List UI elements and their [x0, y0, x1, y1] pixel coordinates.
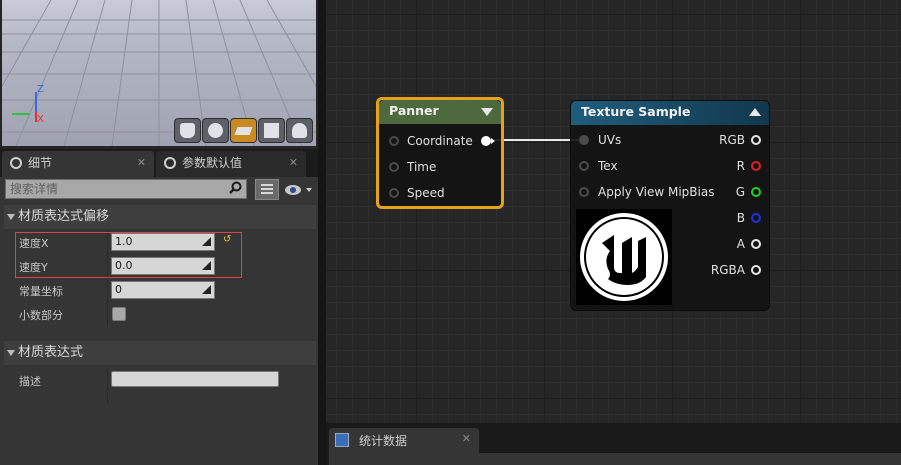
property-row-const-coordinate: 常量坐标 0 [4, 278, 316, 302]
search-input[interactable]: 搜索详情 [5, 179, 247, 199]
preview-plane-button[interactable] [230, 118, 257, 143]
pin-icon [579, 135, 589, 145]
preview-sphere-button[interactable] [202, 118, 229, 143]
cube-icon [264, 123, 279, 138]
texture-sample-node-title[interactable]: Texture Sample [571, 101, 769, 125]
texture-thumbnail-logo [576, 209, 672, 305]
axis-x-label: X [37, 114, 44, 125]
pin-icon [579, 187, 589, 197]
preview-custom-mesh-button[interactable] [286, 118, 313, 143]
preview-cube-button[interactable] [258, 118, 285, 143]
property-row-fractional-part: 小数部分 [4, 302, 316, 326]
pin-icon [751, 187, 761, 197]
pin-icon [751, 239, 761, 249]
tab-stats[interactable]: 统计数据 ✕ [329, 428, 479, 453]
sphere-icon [208, 123, 223, 138]
output-pin-b[interactable]: B [701, 209, 761, 227]
property-row-description: 描述 [4, 368, 316, 404]
close-icon[interactable]: ✕ [289, 151, 298, 175]
search-row: 搜索详情 [0, 177, 318, 203]
close-icon[interactable]: ✕ [137, 151, 146, 175]
collapse-arrow-icon[interactable] [481, 108, 493, 116]
teapot-icon [292, 123, 307, 138]
description-input[interactable] [111, 371, 279, 387]
drag-handle-icon [202, 285, 211, 294]
material-preview-viewport[interactable]: Z X [2, 0, 316, 146]
visibility-eye-icon[interactable] [284, 183, 314, 197]
tab-details[interactable]: 细节 ✕ [2, 151, 154, 177]
category-expression-offset[interactable]: 材质表达式偏移 [4, 205, 316, 229]
tab-parameter-defaults[interactable]: 参数默认值 ✕ [156, 151, 306, 177]
magnifier-icon [164, 157, 176, 169]
texture-sample-node[interactable]: Texture Sample UVs Tex Apply View MipBia… [570, 100, 770, 311]
panner-node[interactable]: Panner Coordinate Time Speed [376, 97, 504, 209]
details-tabbar: 细节 ✕ 参数默认值 ✕ [0, 149, 318, 177]
property-label: 描述 [19, 375, 41, 388]
axis-z-label: Z [37, 84, 44, 95]
pin-icon [579, 161, 589, 171]
pin-icon [389, 188, 399, 198]
pin-icon [751, 213, 761, 223]
collapse-arrow-icon[interactable] [749, 108, 761, 116]
cylinder-icon [180, 123, 195, 138]
property-matrix-button[interactable] [255, 179, 279, 200]
close-icon[interactable]: ✕ [462, 432, 471, 445]
output-pin-rgba[interactable]: RGBA [701, 261, 761, 279]
details-panel: Z X 细节 ✕ 参数默认值 ✕ 搜索详情 材质表达式偏移 速度X 1.0 ↺ … [0, 0, 318, 465]
stats-panel: 统计数据 ✕ [326, 423, 901, 465]
property-label: 常量坐标 [19, 285, 63, 298]
category-material-expression[interactable]: 材质表达式 [4, 341, 316, 365]
material-graph-canvas[interactable]: Panner Coordinate Time Speed Texture Sam… [326, 0, 901, 423]
tab-details-label: 细节 [28, 156, 53, 170]
pin-icon [751, 135, 761, 145]
plane-icon [234, 126, 253, 135]
output-pin-rgb[interactable]: RGB [701, 131, 761, 149]
fractional-part-checkbox[interactable] [112, 307, 126, 321]
output-pin-icon[interactable] [481, 136, 491, 146]
grid-list-icon [261, 184, 273, 194]
highlight-box [15, 232, 242, 278]
input-pin-coordinate[interactable]: Coordinate [385, 132, 497, 150]
pin-icon [389, 162, 399, 172]
output-pin-g[interactable]: G [701, 183, 761, 201]
pin-icon [751, 161, 761, 171]
search-icon[interactable] [229, 181, 242, 194]
pin-icon [751, 265, 761, 275]
output-pin-r[interactable]: R [701, 157, 761, 175]
const-coordinate-input[interactable]: 0 [111, 281, 215, 299]
console-icon [335, 433, 349, 447]
output-pin-a[interactable]: A [701, 235, 761, 253]
panner-node-title[interactable]: Panner [379, 100, 501, 124]
property-label: 小数部分 [19, 309, 63, 322]
panel-splitter[interactable] [318, 0, 326, 465]
pin-icon [389, 136, 399, 146]
tab-parameter-defaults-label: 参数默认值 [182, 156, 243, 170]
preview-cylinder-button[interactable] [174, 118, 201, 143]
magnifier-icon [10, 157, 22, 169]
stats-body [329, 453, 901, 465]
